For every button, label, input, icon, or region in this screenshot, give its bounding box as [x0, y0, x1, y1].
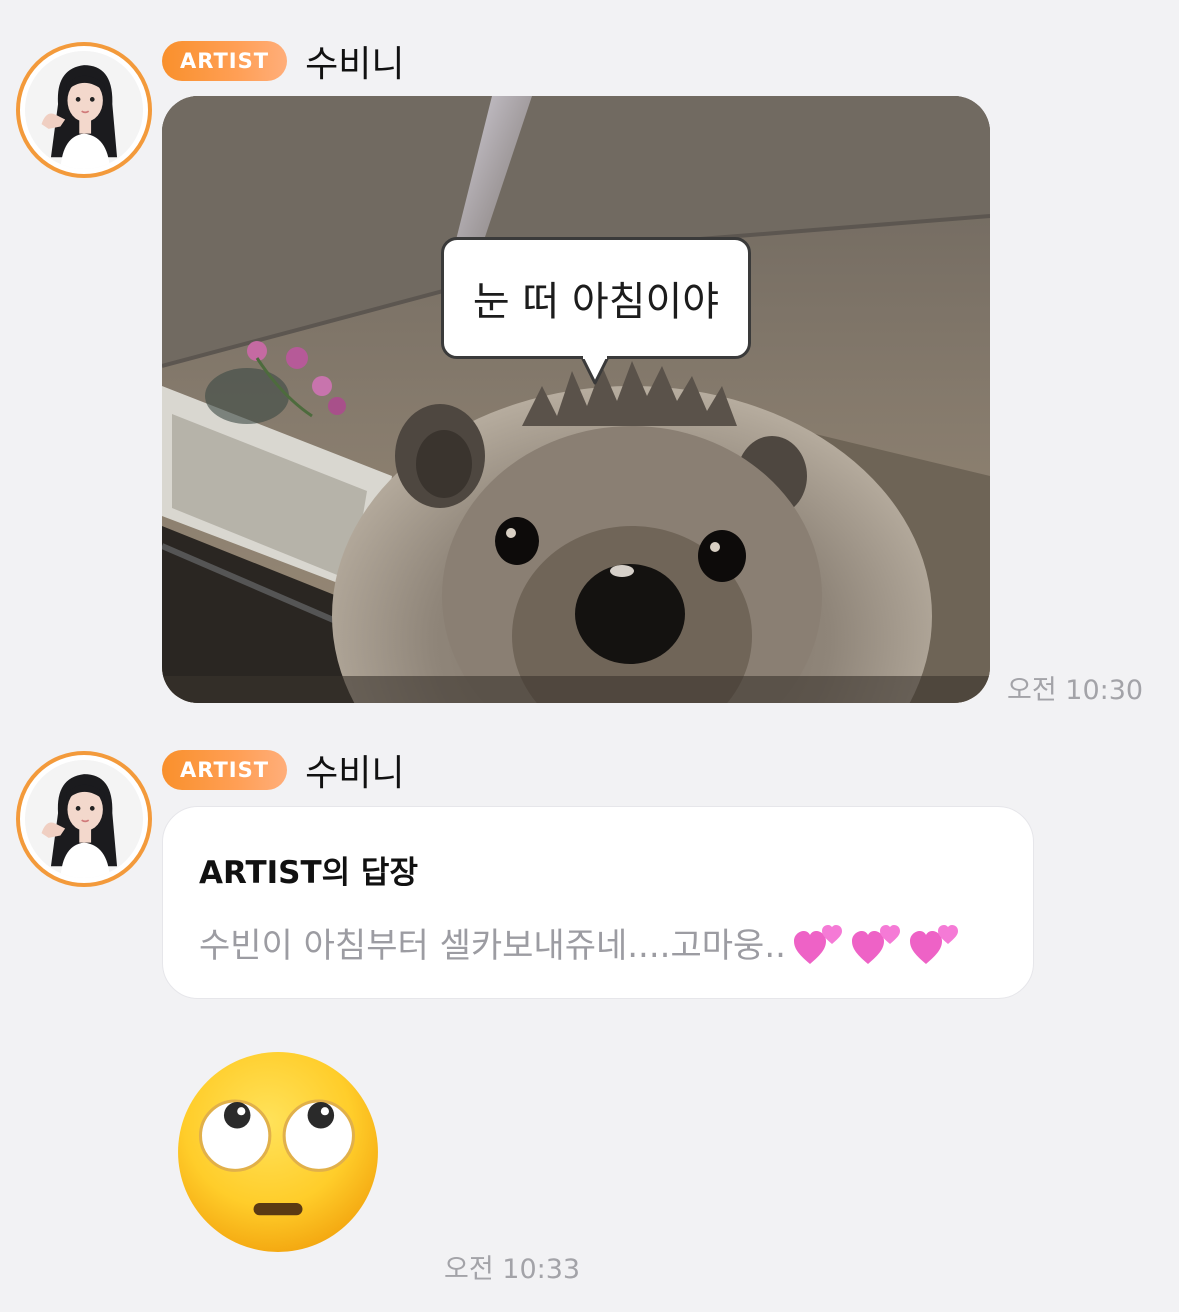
message-timestamp: 오전 10:33	[444, 1254, 581, 1285]
sender-name: 수비니	[305, 44, 405, 85]
sender-avatar[interactable]	[16, 42, 152, 178]
photo-message[interactable]: 눈 떠 아침이야	[162, 96, 990, 703]
message-timestamp: 오전 10:30	[1007, 675, 1144, 706]
sender-avatar[interactable]	[16, 751, 152, 887]
hedgehog-photo	[162, 96, 990, 703]
artist-badge: ARTIST	[162, 750, 288, 790]
avatar-photo	[25, 51, 143, 169]
reply-text: 수빈이 아침부터 셀카보내쥬네....고마웅..	[199, 926, 786, 966]
two-hearts-icon	[793, 924, 842, 964]
artist-reply-card[interactable]: ARTIST의 답장 수빈이 아침부터 셀카보내쥬네....고마웅..	[162, 806, 1034, 999]
face-with-rolling-eyes-icon[interactable]	[176, 1050, 380, 1254]
hearts-group	[792, 920, 966, 966]
sender-row: ARTIST 수비니	[162, 749, 404, 794]
two-hearts-icon	[851, 924, 900, 964]
reply-text-row: 수빈이 아침부터 셀카보내쥬네....고마웅..	[199, 918, 997, 967]
sender-row: ARTIST 수비니	[162, 40, 404, 85]
avatar-photo	[25, 760, 143, 878]
sender-name: 수비니	[305, 753, 405, 794]
artist-badge: ARTIST	[162, 41, 288, 81]
speech-tail	[580, 355, 610, 385]
reply-title: ARTIST의 답장	[199, 855, 418, 891]
speech-bubble: 눈 떠 아침이야	[441, 237, 751, 359]
two-hearts-icon	[909, 924, 958, 964]
